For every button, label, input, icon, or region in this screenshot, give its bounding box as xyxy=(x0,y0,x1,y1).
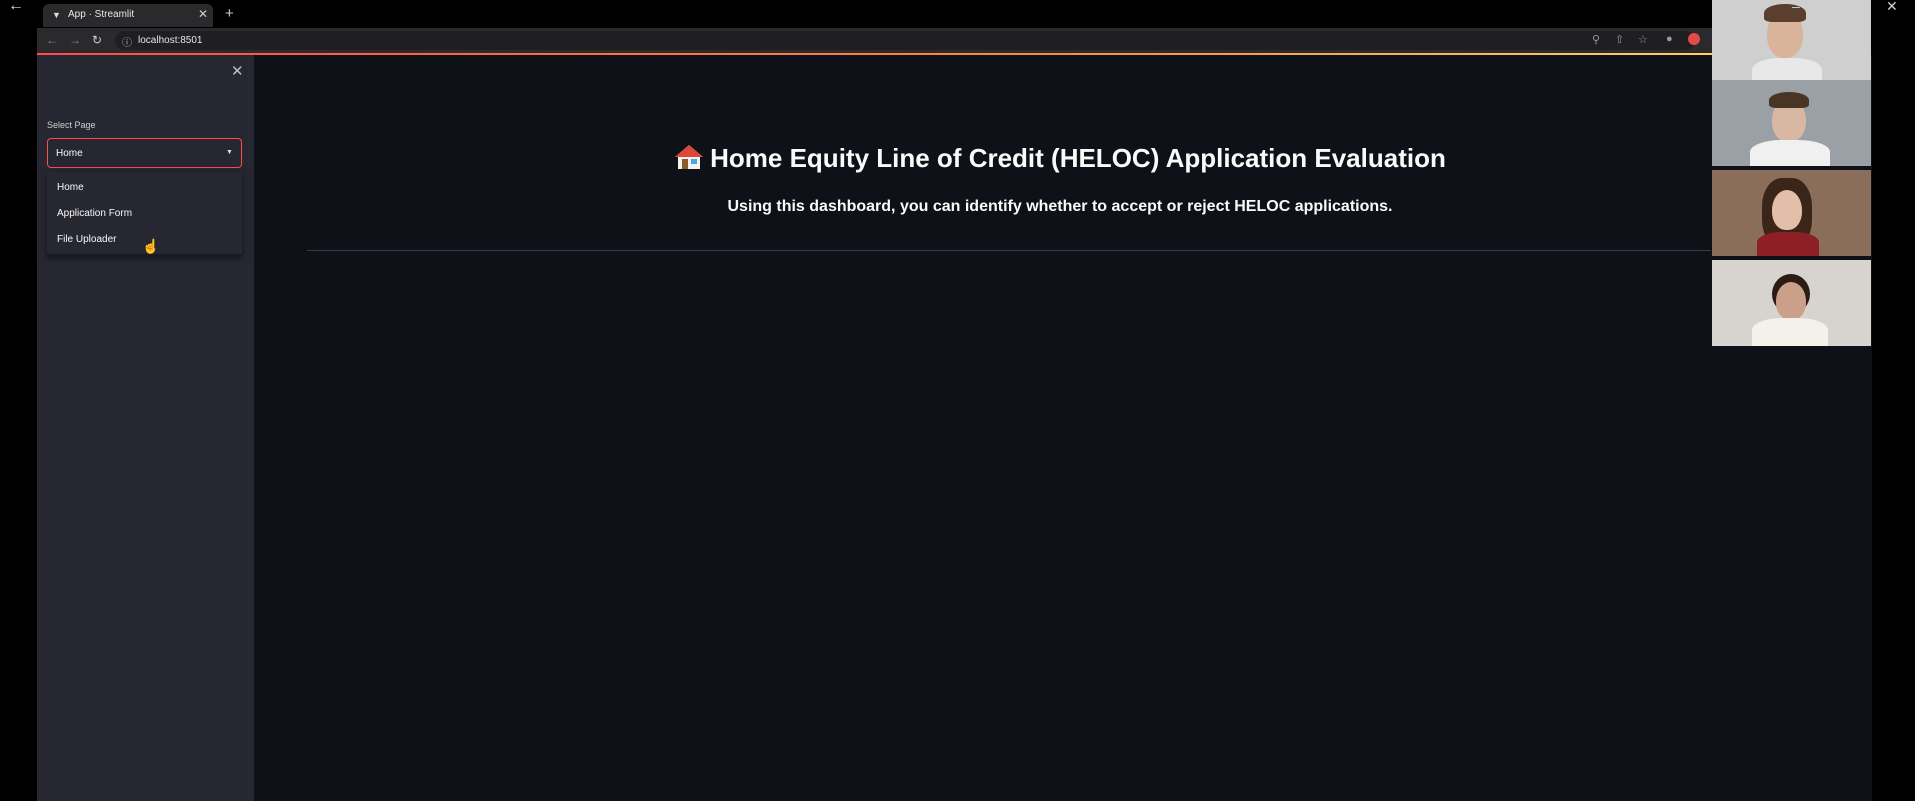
sidebar-close-icon[interactable]: ✕ xyxy=(231,62,244,80)
share-icon[interactable]: ⇧ xyxy=(1615,33,1624,46)
video-participant-4 xyxy=(1712,260,1871,346)
dropdown-option-home[interactable]: Home xyxy=(57,182,84,193)
window-close-icon[interactable]: ✕ xyxy=(1886,0,1898,13)
address-bar[interactable] xyxy=(115,31,1695,50)
page-subtitle: Using this dashboard, you can identify w… xyxy=(727,198,1393,215)
back-nav-icon[interactable]: ← xyxy=(46,32,58,48)
cursor-icon: ☝ xyxy=(142,238,160,254)
reload-icon[interactable]: ↻ xyxy=(92,32,102,48)
dropdown-option-application-form[interactable]: Application Form xyxy=(57,208,132,219)
video-participant-3 xyxy=(1712,170,1871,256)
zoom-icon[interactable]: ⚲ xyxy=(1592,33,1600,46)
page-title: Home Equity Line of Credit (HELOC) Appli… xyxy=(560,143,1560,174)
select-page-label: Select Page xyxy=(47,120,96,130)
star-icon[interactable]: ☆ xyxy=(1638,33,1648,46)
extension-icon[interactable]: ● xyxy=(1666,33,1673,45)
new-tab-plus-icon[interactable]: + xyxy=(225,6,234,22)
page-title-text: Home Equity Line of Credit (HELOC) Appli… xyxy=(710,143,1446,173)
video-participant-2 xyxy=(1712,80,1871,166)
dropdown-option-file-uploader[interactable]: File Uploader xyxy=(57,234,116,245)
page-select-value[interactable]: Home xyxy=(56,148,83,159)
tab-close-icon[interactable]: ✕ xyxy=(198,7,208,21)
divider xyxy=(307,250,1711,251)
extension-record-icon[interactable] xyxy=(1688,33,1700,45)
tab-title: App · Streamlit xyxy=(68,9,135,20)
back-arrow-icon[interactable]: ← xyxy=(8,0,32,14)
caret-down-icon[interactable]: ▼ xyxy=(226,149,233,156)
forward-arrow-icon[interactable]: → xyxy=(69,32,81,48)
house-icon xyxy=(674,144,704,170)
info-icon[interactable]: ⓘ xyxy=(122,34,132,49)
url-text[interactable]: localhost:8501 xyxy=(138,35,203,46)
minimize-icon[interactable]: – xyxy=(1792,0,1800,13)
streamlit-favicon-icon: ▼ xyxy=(52,10,61,20)
restore-icon[interactable]: ❐ xyxy=(1838,0,1851,13)
